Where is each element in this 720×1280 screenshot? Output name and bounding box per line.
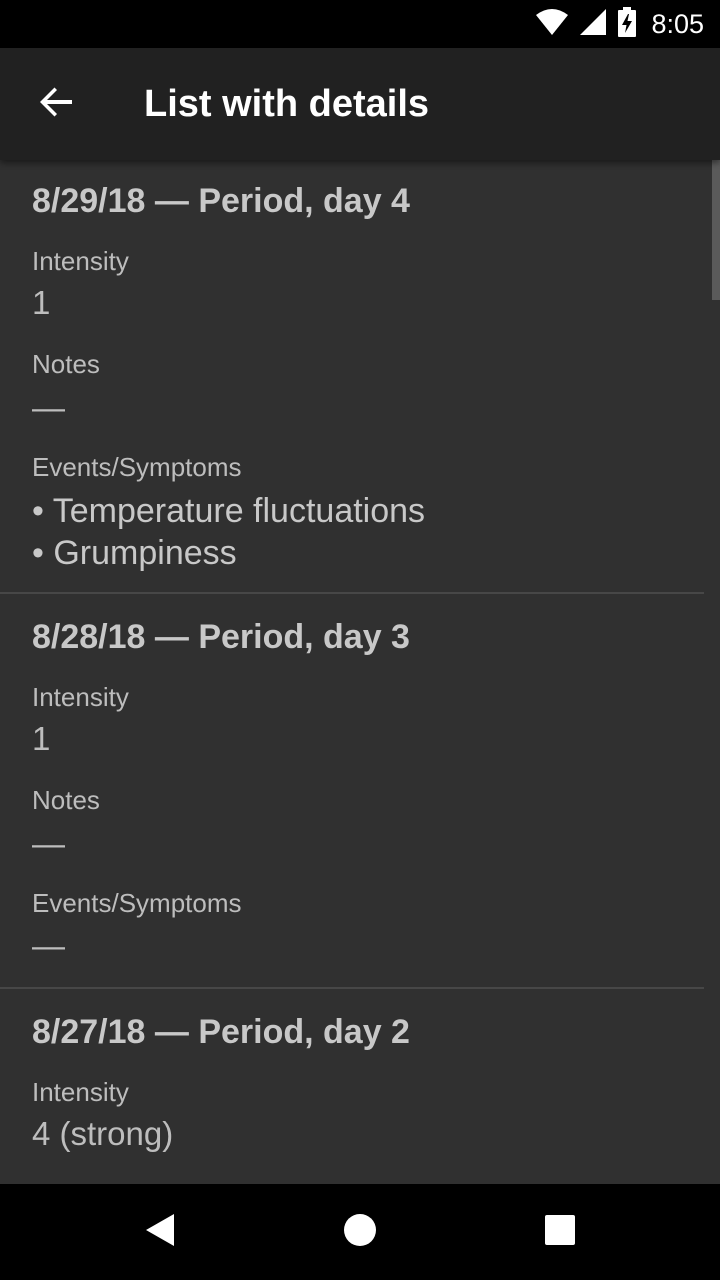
notes-label: Notes xyxy=(32,785,100,815)
nav-recents-button[interactable] xyxy=(536,1208,584,1256)
entry-title: 8/28/18 — Period, day 3 xyxy=(32,618,410,656)
entry-title: 8/29/18 — Period, day 4 xyxy=(32,182,410,220)
nav-home-button[interactable] xyxy=(336,1208,384,1256)
event-item: • Temperature fluctuations xyxy=(32,492,426,530)
status-bar: 8:05 xyxy=(0,0,720,48)
battery-charging-icon xyxy=(617,6,637,42)
events-value: — xyxy=(32,927,65,964)
list-item[interactable]: 8/29/18 — Period, day 4 Intensity 1 Note… xyxy=(0,160,704,594)
status-time: 8:05 xyxy=(651,8,704,39)
list-item[interactable]: 8/27/18 — Period, day 2 Intensity 4 (str… xyxy=(0,989,704,1184)
wifi-icon xyxy=(535,8,569,41)
cell-signal-icon xyxy=(579,8,607,41)
events-label: Events/Symptoms xyxy=(32,888,242,918)
screen: 8:05 List with details 8/29/18 — Period,… xyxy=(0,0,720,1280)
recents-square-icon xyxy=(544,1214,576,1251)
event-item: • Grumpiness xyxy=(32,534,237,572)
app-title: List with details xyxy=(144,83,430,125)
intensity-label: Intensity xyxy=(32,246,129,276)
notes-label: Notes xyxy=(32,349,100,379)
back-button[interactable] xyxy=(24,72,88,136)
intensity-label: Intensity xyxy=(32,682,129,712)
nav-bar xyxy=(0,1184,720,1280)
intensity-value: 1 xyxy=(32,720,51,757)
notes-value: — xyxy=(32,389,65,426)
intensity-label: Intensity xyxy=(32,1077,129,1107)
home-circle-icon xyxy=(343,1213,377,1252)
list-item[interactable]: 8/28/18 — Period, day 3 Intensity 1 Note… xyxy=(0,594,704,989)
events-list: • Temperature fluctuations • Grumpiness xyxy=(32,490,425,574)
entry-title: 8/27/18 — Period, day 2 xyxy=(32,1013,410,1051)
scrollbar[interactable] xyxy=(712,160,720,300)
events-label: Events/Symptoms xyxy=(32,452,242,482)
status-icons: 8:05 xyxy=(535,0,704,48)
app-bar: List with details xyxy=(0,48,720,160)
back-triangle-icon xyxy=(144,1212,176,1253)
nav-back-button[interactable] xyxy=(136,1208,184,1256)
notes-value: — xyxy=(32,825,65,862)
intensity-value: 4 (strong) xyxy=(32,1115,174,1152)
arrow-back-icon xyxy=(38,84,74,125)
intensity-value: 1 xyxy=(32,284,51,321)
details-list[interactable]: 8/29/18 — Period, day 4 Intensity 1 Note… xyxy=(0,160,720,1184)
